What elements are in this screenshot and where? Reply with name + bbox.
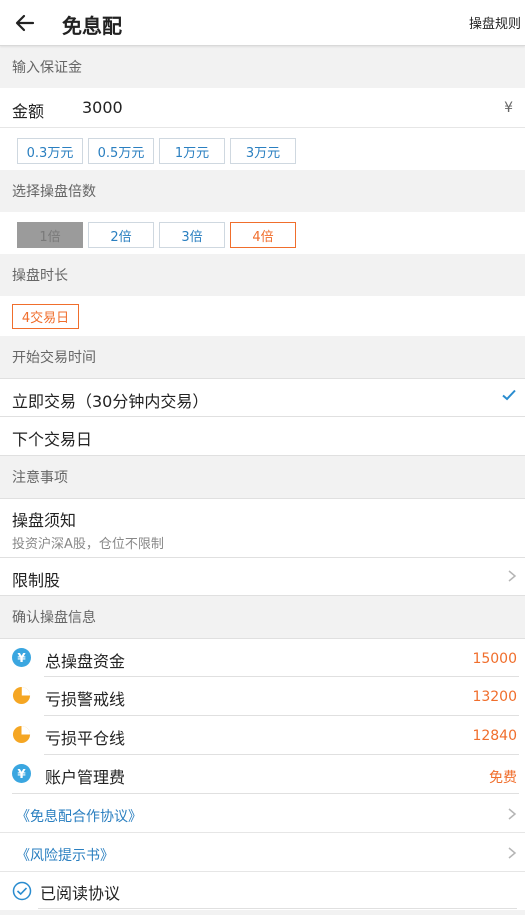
multiplier-section-label: 选择操盘倍数	[12, 184, 96, 200]
preset-chip-2[interactable]: 1万元	[159, 138, 225, 164]
duration-chip[interactable]: 4交易日	[12, 304, 79, 329]
risk-disclosure-link[interactable]: 《风险提示书》	[0, 833, 525, 872]
notice-row: 操盘须知 投资沪深A股，仓位不限制	[0, 498, 525, 558]
restricted-stocks-label: 限制股	[12, 571, 61, 590]
info-row-management-fee: ¥ 账户管理费 免费	[0, 755, 525, 794]
info-row-loss-warning: 亏损警戒线 13200	[0, 677, 525, 716]
multiplier-chip-1x: 1倍	[17, 222, 83, 248]
cooperation-agreement-label: 《免息配合作协议》	[16, 809, 142, 825]
info-value: 15000	[472, 651, 517, 667]
read-agreement-label: 已阅读协议	[40, 884, 121, 903]
preset-chip-0[interactable]: 0.3万元	[17, 138, 83, 164]
info-value: 免费	[489, 770, 517, 786]
pie-chart-icon	[12, 686, 31, 705]
preset-chip-1[interactable]: 0.5万元	[88, 138, 154, 164]
start-option-next-label: 下个交易日	[12, 430, 93, 449]
start-option-next[interactable]: 下个交易日	[0, 417, 525, 456]
duration-section-label: 操盘时长	[12, 268, 68, 284]
info-label: 亏损警戒线	[45, 690, 126, 709]
info-row-total-capital: ¥ 总操盘资金 15000	[0, 638, 525, 677]
multiplier-chip-4x[interactable]: 4倍	[230, 222, 296, 248]
back-arrow-icon[interactable]	[12, 10, 38, 36]
chevron-right-icon	[507, 843, 517, 863]
notice-title: 操盘须知	[12, 511, 77, 530]
chevron-right-icon	[507, 804, 517, 824]
duration-row: 4交易日	[0, 296, 525, 336]
chevron-right-icon	[507, 566, 517, 586]
check-circle-icon[interactable]	[12, 881, 32, 901]
notice-subtitle: 投资沪深A股，仓位不限制	[12, 537, 164, 552]
info-value: 13200	[472, 689, 517, 705]
start-option-now[interactable]: 立即交易（30分钟内交易）	[0, 378, 525, 417]
preset-chip-3[interactable]: 3万元	[230, 138, 296, 164]
rules-link[interactable]: 操盘规则	[469, 13, 521, 32]
pie-chart-icon	[12, 725, 31, 744]
read-agreement-row[interactable]: 已阅读协议	[0, 872, 525, 910]
yen-circle-icon: ¥	[12, 648, 31, 667]
info-row-liquidation-line: 亏损平仓线 12840	[0, 716, 525, 755]
info-label: 亏损平仓线	[45, 729, 126, 748]
amount-input[interactable]	[82, 94, 462, 120]
cooperation-agreement-link[interactable]: 《免息配合作协议》	[0, 794, 525, 833]
amount-label: 金额	[12, 102, 45, 121]
risk-disclosure-label: 《风险提示书》	[16, 848, 114, 864]
multiplier-chip-2x[interactable]: 2倍	[88, 222, 154, 248]
confirm-section-label: 确认操盘信息	[12, 610, 96, 626]
info-value: 12840	[472, 728, 517, 744]
margin-section-label: 输入保证金	[12, 60, 82, 76]
info-label: 账户管理费	[45, 768, 126, 787]
multiplier-chip-3x[interactable]: 3倍	[159, 222, 225, 248]
currency-symbol: ¥	[504, 100, 513, 116]
notice-section-label: 注意事项	[12, 470, 68, 486]
checkmark-icon	[501, 387, 517, 407]
app-header: 免息配 操盘规则	[0, 0, 525, 46]
amount-preset-row: 0.3万元 0.5万元 1万元 3万元	[0, 128, 525, 170]
start-section-label: 开始交易时间	[12, 350, 96, 366]
start-option-now-label: 立即交易（30分钟内交易）	[12, 392, 209, 411]
amount-row: 金额 ¥	[0, 88, 525, 128]
info-label: 总操盘资金	[45, 652, 126, 671]
page-title: 免息配	[62, 14, 122, 38]
yen-circle-icon: ¥	[12, 764, 31, 783]
restricted-stocks-row[interactable]: 限制股	[0, 558, 525, 596]
multiplier-row: 1倍 2倍 3倍 4倍	[0, 212, 525, 254]
row-divider	[38, 908, 517, 909]
